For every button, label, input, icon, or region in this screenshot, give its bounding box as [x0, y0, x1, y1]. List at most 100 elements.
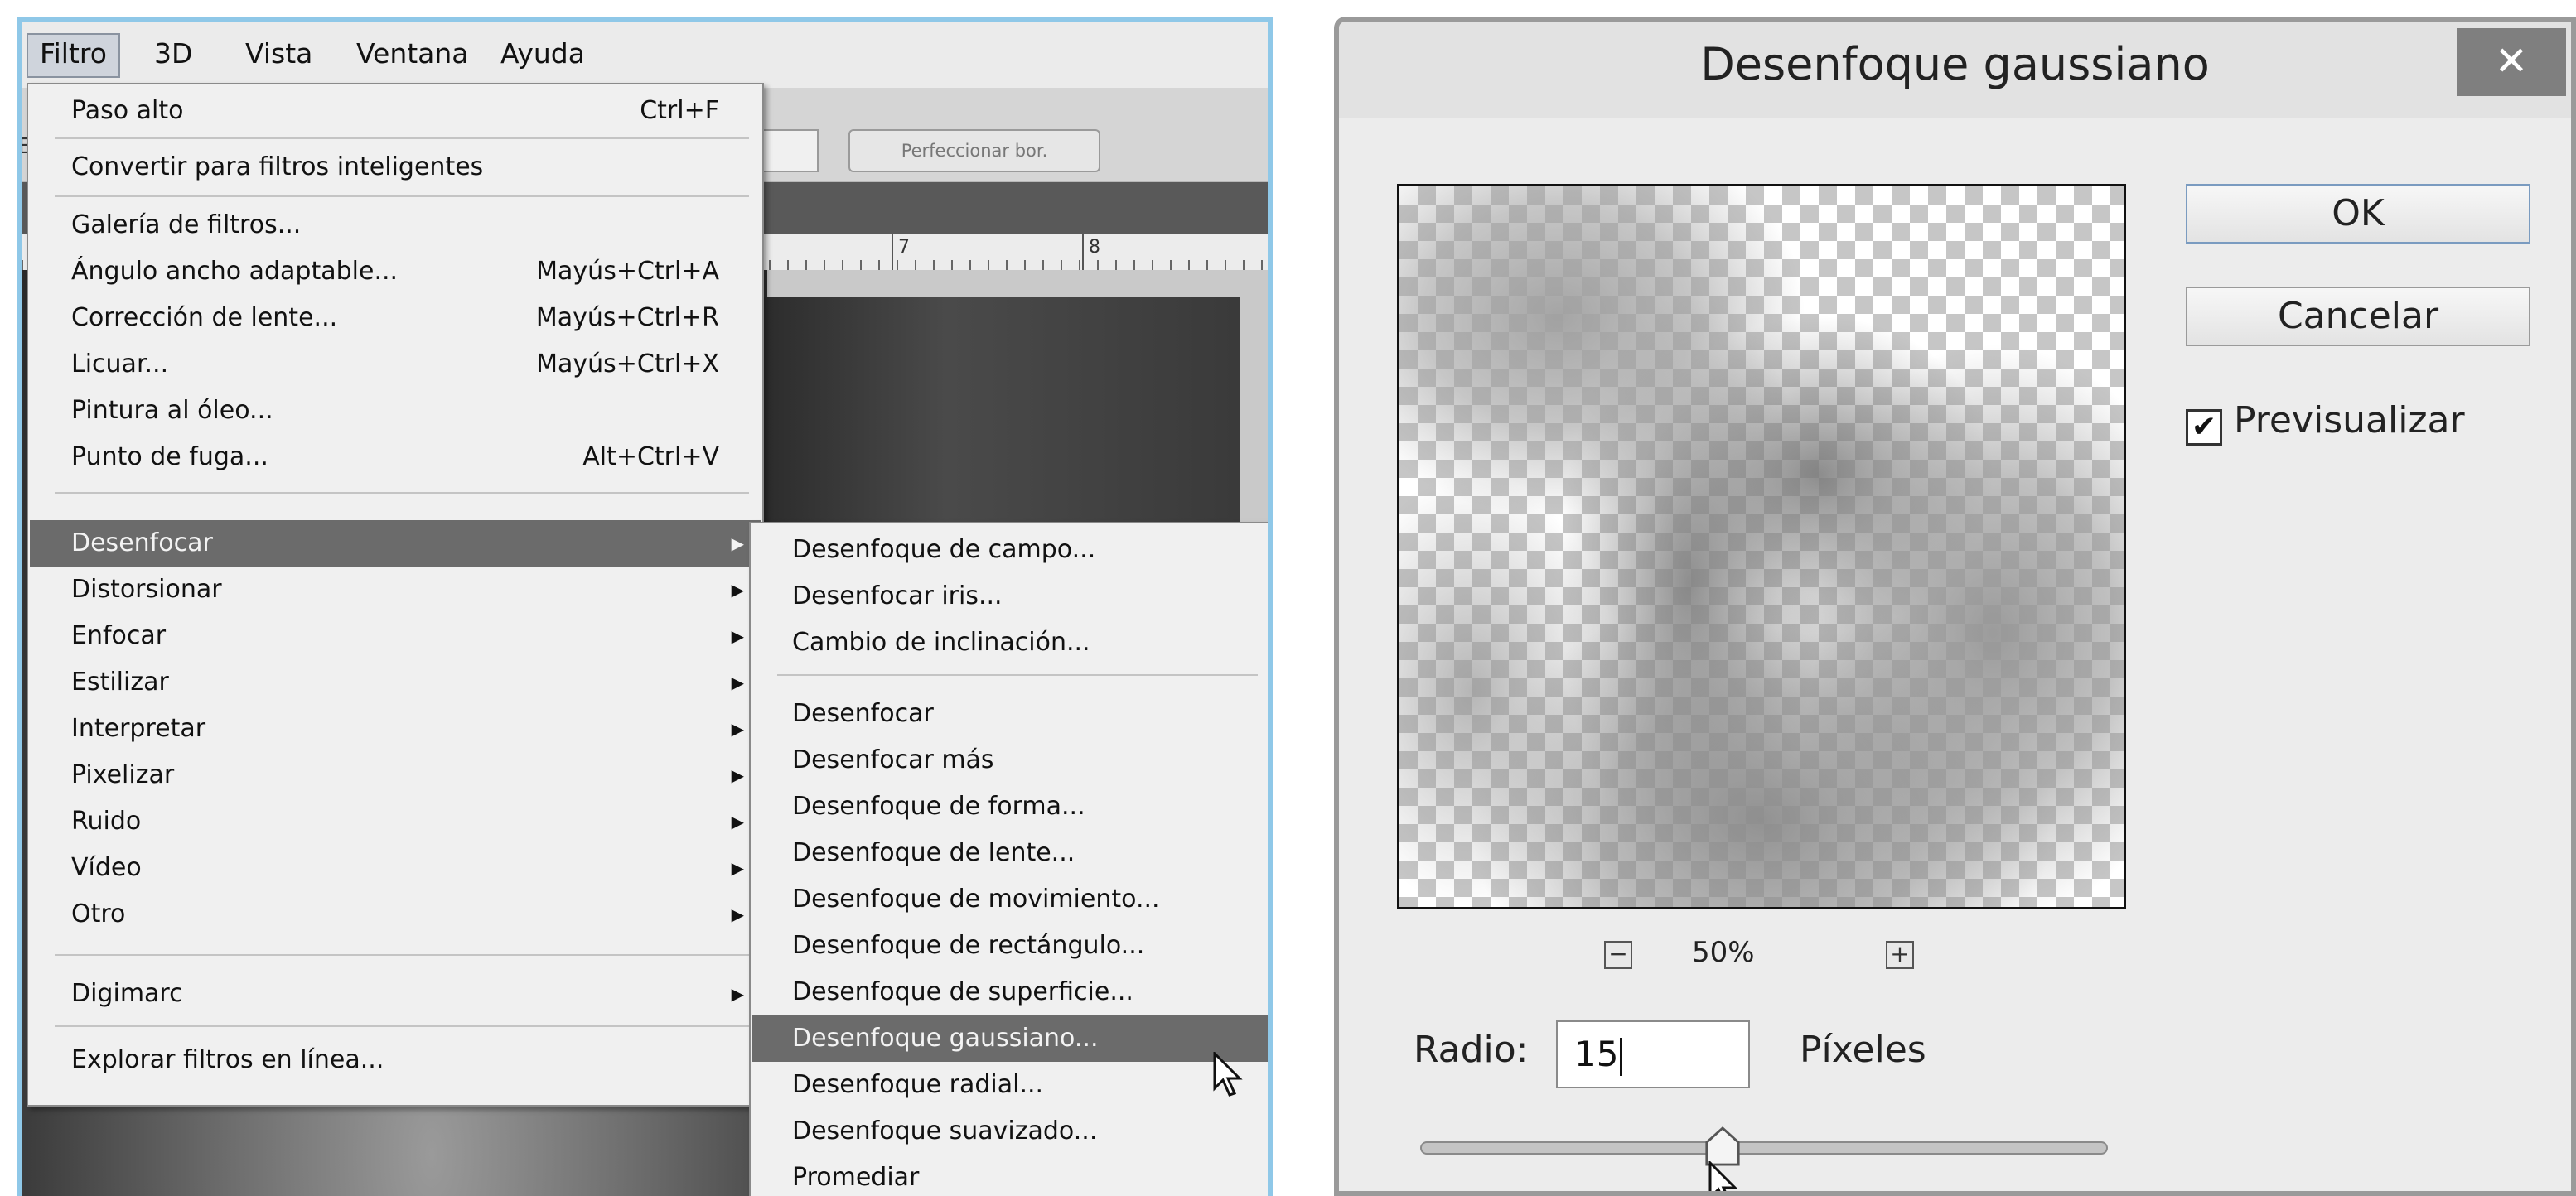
menu-item-shortcut: Mayús+Ctrl+A	[536, 257, 719, 286]
menu-item-pixelate[interactable]: Pixelizar ▶	[30, 752, 761, 798]
blur-preview[interactable]	[1397, 184, 2126, 909]
ruler-label: 8	[1089, 237, 1100, 258]
dialog-titlebar: Desenfoque gaussiano ✕	[1339, 22, 2571, 118]
menu-item-label: Explorar filtros en línea...	[71, 1045, 384, 1074]
menu-item-vanishing-point[interactable]: Punto de fuga... Alt+Ctrl+V	[30, 434, 761, 480]
submenu-item-label: Desenfoque de forma...	[792, 792, 1085, 821]
submenu-item-average[interactable]: Promediar	[752, 1155, 1268, 1196]
cancel-button[interactable]: Cancelar	[2186, 287, 2530, 346]
dialog-title: Desenfoque gaussiano	[1700, 38, 2210, 90]
menu-separator	[55, 137, 749, 139]
menu-item-label: Interpretar	[71, 714, 206, 743]
submenu-item-smart-blur[interactable]: Desenfoque suavizado...	[752, 1108, 1268, 1155]
menu-item-stylize[interactable]: Estilizar ▶	[30, 659, 761, 706]
menu-item-smart-filters[interactable]: Convertir para filtros inteligentes	[30, 144, 761, 190]
submenu-item-label: Desenfoque de movimiento...	[792, 885, 1160, 914]
ruler-tick	[1082, 234, 1084, 270]
menu-item-sharpen[interactable]: Enfocar ▶	[30, 613, 761, 659]
ruler-tick	[892, 234, 893, 270]
submenu-item-gaussian-blur[interactable]: Desenfoque gaussiano...	[752, 1015, 1268, 1062]
submenu-item-label: Desenfoque de campo...	[792, 535, 1096, 564]
menu-item-filter-gallery[interactable]: Galería de filtros...	[30, 202, 761, 248]
menu-separator	[55, 1025, 749, 1027]
menu-item-liquify[interactable]: Licuar... Mayús+Ctrl+X	[30, 341, 761, 388]
menu-3d[interactable]: 3D	[143, 33, 204, 75]
menu-item-label: Digimarc	[71, 979, 183, 1008]
menu-separator	[55, 492, 749, 494]
preview-image	[1399, 186, 2124, 907]
mouse-cursor-icon	[1708, 1161, 1738, 1191]
ruler-label: 7	[898, 237, 910, 258]
menu-item-label: Vídeo	[71, 853, 142, 882]
submenu-item-label: Desenfocar	[792, 699, 934, 728]
menu-item-label: Distorsionar	[71, 575, 222, 604]
submenu-item-tilt-shift[interactable]: Cambio de inclinación...	[752, 620, 1268, 666]
radius-input[interactable]: 15	[1556, 1020, 1750, 1088]
menu-item-label: Estilizar	[71, 668, 169, 697]
submenu-item-field-blur[interactable]: Desenfoque de campo...	[752, 527, 1268, 573]
menu-ventana[interactable]: Ventana	[345, 33, 481, 75]
close-icon: ✕	[2494, 38, 2529, 84]
zoom-level: 50%	[1692, 936, 1755, 969]
submenu-item-blur-more[interactable]: Desenfocar más	[752, 737, 1268, 784]
submenu-arrow-icon: ▶	[731, 719, 744, 739]
menu-item-render[interactable]: Interpretar ▶	[30, 706, 761, 752]
preview-checkbox[interactable]: ✔	[2186, 409, 2222, 446]
submenu-arrow-icon: ▶	[731, 984, 744, 1004]
zoom-out-button[interactable]: −	[1604, 941, 1632, 969]
submenu-item-lens-blur[interactable]: Desenfoque de lente...	[752, 830, 1268, 876]
submenu-item-surface-blur[interactable]: Desenfoque de superficie...	[752, 969, 1268, 1015]
menu-ayuda[interactable]: Ayuda	[489, 33, 597, 75]
mouse-cursor-icon	[1213, 1052, 1243, 1097]
menu-item-other[interactable]: Otro ▶	[30, 891, 761, 938]
submenu-item-label: Desenfoque suavizado...	[792, 1116, 1098, 1145]
submenu-arrow-icon: ▶	[731, 626, 744, 646]
menu-item-label: Paso alto	[71, 96, 184, 125]
submenu-item-label: Desenfoque radial...	[792, 1070, 1044, 1099]
submenu-arrow-icon: ▶	[731, 673, 744, 692]
submenu-item-shape-blur[interactable]: Desenfoque de forma...	[752, 784, 1268, 830]
submenu-item-label: Desenfoque gaussiano...	[792, 1024, 1099, 1053]
submenu-item-blur[interactable]: Desenfocar	[752, 691, 1268, 737]
menu-item-browse-online[interactable]: Explorar filtros en línea...	[30, 1037, 761, 1083]
menu-item-adaptive-wide-angle[interactable]: Ángulo ancho adaptable... Mayús+Ctrl+A	[30, 248, 761, 295]
submenu-item-box-blur[interactable]: Desenfoque de rectángulo...	[752, 923, 1268, 969]
radius-slider[interactable]	[1420, 1141, 2108, 1155]
menu-item-shortcut: Ctrl+F	[640, 96, 719, 125]
submenu-arrow-icon: ▶	[731, 533, 744, 553]
submenu-item-label: Desenfoque de rectángulo...	[792, 931, 1145, 960]
submenu-item-iris-blur[interactable]: Desenfocar iris...	[752, 573, 1268, 620]
submenu-item-motion-blur[interactable]: Desenfoque de movimiento...	[752, 876, 1268, 923]
submenu-item-radial-blur[interactable]: Desenfoque radial...	[752, 1062, 1268, 1108]
menu-item-oil-paint[interactable]: Pintura al óleo...	[30, 388, 761, 434]
submenu-item-label: Desenfocar más	[792, 745, 994, 774]
ok-button[interactable]: OK	[2186, 184, 2530, 244]
menu-item-last-filter[interactable]: Paso alto Ctrl+F	[30, 88, 761, 134]
menu-item-label: Corrección de lente...	[71, 303, 338, 332]
minus-icon: −	[1608, 940, 1628, 967]
photoshop-window: Filtro 3D Vista Ventana Ayuda Er Perfecc…	[17, 17, 1273, 1196]
submenu-item-label: Desenfoque de superficie...	[792, 977, 1133, 1006]
blur-submenu: Desenfoque de campo... Desenfocar iris..…	[749, 522, 1268, 1196]
refine-edge-button[interactable]: Perfeccionar bor.	[848, 129, 1100, 172]
menu-bar: Filtro 3D Vista Ventana Ayuda	[22, 22, 1268, 88]
menu-item-blur[interactable]: Desenfocar ▶	[30, 520, 761, 567]
close-button[interactable]: ✕	[2457, 28, 2566, 96]
menu-item-distort[interactable]: Distorsionar ▶	[30, 567, 761, 613]
zoom-in-button[interactable]: +	[1886, 941, 1914, 969]
menu-item-digimarc[interactable]: Digimarc ▶	[30, 971, 761, 1017]
preview-checkbox-label[interactable]: Previsualizar	[2234, 399, 2465, 441]
menu-item-label: Punto de fuga...	[71, 442, 268, 471]
submenu-arrow-icon: ▶	[731, 580, 744, 600]
menu-vista[interactable]: Vista	[234, 33, 324, 75]
submenu-item-label: Promediar	[792, 1163, 920, 1192]
menu-filtro[interactable]: Filtro	[27, 33, 120, 78]
menu-item-label: Pintura al óleo...	[71, 396, 273, 425]
gaussian-blur-dialog: Desenfoque gaussiano ✕ OK Cancelar ✔ Pre…	[1334, 17, 2576, 1196]
menu-item-label: Pixelizar	[71, 760, 175, 789]
menu-separator	[55, 954, 749, 956]
menu-item-noise[interactable]: Ruido ▶	[30, 798, 761, 845]
submenu-arrow-icon: ▶	[731, 765, 744, 785]
menu-item-video[interactable]: Vídeo ▶	[30, 845, 761, 891]
menu-item-lens-correction[interactable]: Corrección de lente... Mayús+Ctrl+R	[30, 295, 761, 341]
